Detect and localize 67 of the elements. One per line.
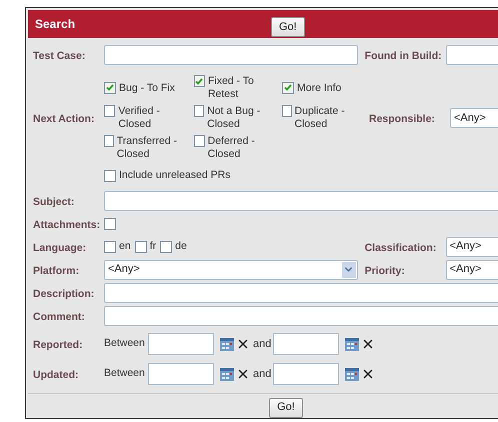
option-label: Deferred - Closed	[208, 135, 256, 161]
checkbox[interactable]	[104, 82, 116, 94]
and-label: and	[253, 336, 272, 352]
field-label: Subject:	[33, 196, 74, 208]
checkbox[interactable]	[194, 135, 205, 147]
checkbox[interactable]	[104, 105, 116, 117]
and-label: and	[253, 366, 272, 382]
field-label: Classification:	[364, 242, 436, 254]
date-field[interactable]	[273, 363, 340, 385]
option-label: fr	[150, 238, 156, 254]
field-label: Comment:	[33, 310, 85, 322]
checkbox[interactable]	[160, 240, 172, 252]
text-field[interactable]	[104, 190, 498, 210]
go-button[interactable]: Go!	[269, 398, 303, 418]
panel-title: Search	[35, 16, 76, 33]
checkbox[interactable]	[104, 218, 116, 230]
field-label: Reported:	[33, 339, 83, 351]
option-label: en	[119, 238, 131, 254]
text-field[interactable]	[104, 45, 358, 65]
field-label: Test Case:	[33, 50, 86, 62]
dropdown[interactable]: <Any>	[446, 260, 498, 280]
checkbox[interactable]	[282, 82, 294, 94]
option-label: Fixed - To Retest	[208, 75, 255, 101]
field-label: Responsible:	[369, 113, 435, 125]
option-label: de	[175, 238, 187, 254]
checkmark-icon	[284, 84, 292, 91]
option-label: Not a Bug - Closed	[207, 105, 262, 131]
clear-icon[interactable]	[236, 367, 250, 381]
text-field[interactable]	[104, 282, 498, 302]
field-label: Attachments:	[33, 218, 100, 230]
checkbox[interactable]	[104, 135, 114, 147]
dropdown[interactable]: <Any>	[104, 260, 358, 280]
field-label: Language:	[33, 242, 86, 254]
option-label: Verified - Closed	[118, 105, 161, 131]
checkmark-icon	[106, 84, 114, 91]
calendar-icon[interactable]	[345, 368, 360, 380]
between-label: Between	[104, 336, 146, 352]
calendar-icon[interactable]	[220, 338, 234, 350]
option-label: Include unreleased PRs	[119, 168, 230, 184]
checkbox[interactable]	[104, 170, 116, 182]
checkbox[interactable]	[104, 240, 116, 252]
dropdown[interactable]: <Any>	[446, 236, 498, 256]
checkbox[interactable]	[194, 75, 205, 87]
option-label: Bug - To Fix	[119, 82, 175, 94]
date-field[interactable]	[148, 363, 214, 385]
calendar-icon[interactable]	[345, 338, 360, 350]
checkbox[interactable]	[134, 240, 147, 252]
date-field[interactable]	[273, 333, 340, 355]
checkbox[interactable]	[282, 105, 292, 117]
text-field[interactable]	[104, 306, 498, 326]
option-label: Transferred - Closed	[116, 135, 178, 161]
calendar-icon[interactable]	[220, 368, 234, 380]
field-label: Description:	[33, 288, 94, 300]
date-field[interactable]	[148, 333, 214, 355]
option-label: Duplicate - Closed	[294, 105, 346, 131]
checkmark-icon	[195, 78, 204, 84]
field-label: Platform:	[33, 264, 80, 276]
dropdown[interactable]: <Any>	[450, 108, 498, 128]
between-label: Between	[104, 366, 146, 382]
clear-icon[interactable]	[236, 337, 250, 351]
field-label: Found in Build:	[364, 50, 442, 62]
option-label: More Info	[297, 82, 342, 94]
field-label: Priority:	[364, 264, 405, 276]
field-label: Updated:	[33, 369, 78, 381]
checkbox[interactable]	[194, 105, 204, 117]
go-button[interactable]: Go!	[271, 17, 305, 38]
field-label: Next Action:	[33, 113, 94, 125]
